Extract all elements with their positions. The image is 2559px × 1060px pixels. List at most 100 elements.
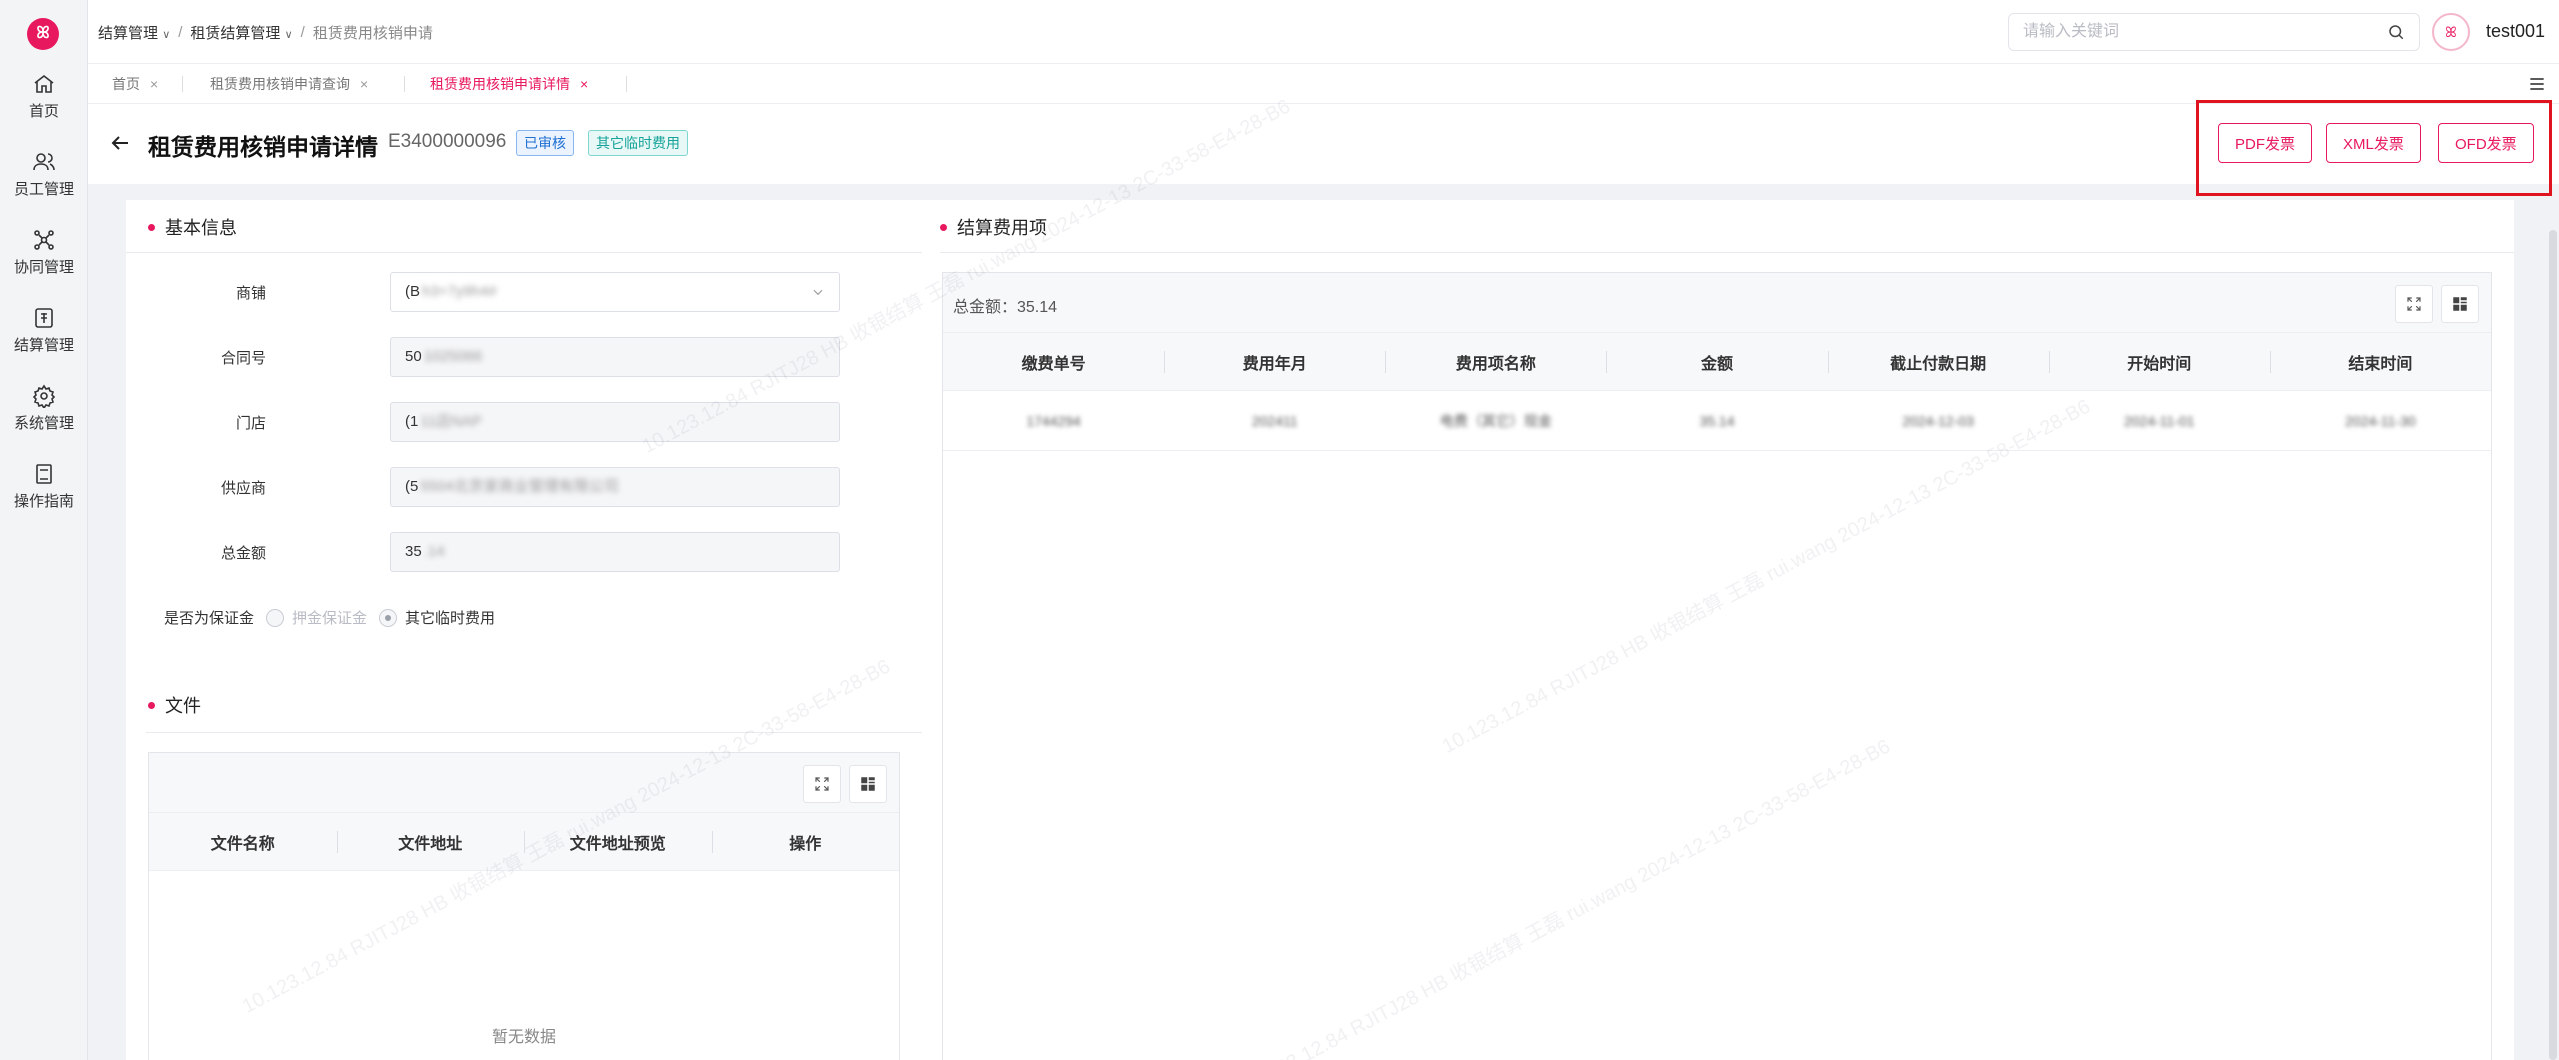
breadcrumb-label: 结算管理 — [98, 25, 159, 42]
radio-other-fee[interactable]: 其它临时费用 — [379, 607, 495, 628]
column-header[interactable]: 截止付款日期 — [1827, 333, 2049, 390]
tab-home[interactable]: 首页 × — [112, 74, 158, 94]
files-table: 文件名称 文件地址 文件地址预览 操作 暂无数据 — [148, 752, 900, 1060]
total-amount-label: 总金额 — [220, 545, 266, 562]
table-cell: 2024-11-30 — [2345, 412, 2416, 429]
sidebar-item-settlement[interactable]: 结算管理 — [0, 306, 88, 376]
column-header[interactable]: 文件地址 — [336, 813, 525, 870]
shop-select[interactable]: (B h3+7y9h4# — [390, 272, 840, 312]
breadcrumb-item[interactable]: 租赁结算管理 ∨ — [190, 22, 292, 43]
bullet-dot — [940, 223, 947, 231]
username[interactable]: test001 — [2486, 21, 2545, 42]
column-header[interactable]: 结束时间 — [2269, 333, 2491, 390]
sidebar-item-staff[interactable]: 员工管理 — [0, 150, 88, 220]
breadcrumb: 结算管理 ∨ / 租赁结算管理 ∨ / 租赁费用核销申请 — [98, 22, 433, 43]
column-header[interactable]: 缴费单号 — [943, 333, 1164, 390]
xml-invoice-button[interactable]: XML发票 — [2326, 123, 2421, 163]
pdf-invoice-button[interactable]: PDF发票 — [2218, 123, 2313, 163]
search-icon[interactable] — [2387, 23, 2405, 41]
column-header[interactable]: 开始时间 — [2048, 333, 2270, 390]
column-header[interactable]: 金额 — [1606, 333, 1827, 390]
column-header[interactable]: 文件地址预览 — [524, 813, 712, 870]
deposit-label: 是否为保证金 — [164, 610, 255, 627]
main-content: 基本信息 商铺 (B h3+7y9h4# 合同号 50 1025066 门店 (1 1… — [126, 200, 2514, 1060]
column-header[interactable]: 费用年月 — [1164, 333, 1385, 390]
status-badge: 已审核 — [516, 130, 574, 156]
field-value: 35 — [405, 543, 422, 560]
close-icon[interactable]: × — [150, 76, 158, 92]
table-toolbar — [149, 753, 899, 813]
table-cell: 202411 — [1251, 412, 1298, 429]
tab-detail[interactable]: 租赁费用核销申请详情 × — [430, 74, 588, 94]
gear-icon — [32, 384, 56, 408]
tab-label: 首页 — [112, 76, 140, 92]
store-field[interactable]: (1 11店NAP — [390, 402, 840, 442]
radio-label: 其它临时费用 — [405, 610, 496, 627]
chevron-down-icon — [813, 289, 823, 296]
column-settings-button[interactable] — [2441, 285, 2479, 323]
divider — [126, 252, 922, 253]
column-settings-button[interactable] — [849, 765, 887, 803]
deposit-radio-group: 是否为保证金 押金保证金 其它临时费用 — [164, 607, 495, 628]
field-value: 50 — [405, 348, 422, 365]
field-value: (B — [405, 283, 420, 300]
grid-icon — [861, 777, 875, 791]
sidebar-item-home[interactable]: 首页 — [0, 72, 88, 142]
sidebar-item-system[interactable]: 系统管理 — [0, 384, 88, 454]
sidebar-item-collab[interactable]: 协同管理 — [0, 228, 88, 298]
tab-query[interactable]: 租赁费用核销申请查询 × — [210, 74, 368, 94]
empty-state: 暂无数据 — [491, 1029, 556, 1046]
radio-circle — [266, 608, 285, 627]
scrollbar[interactable] — [2549, 230, 2557, 1060]
book-icon — [36, 464, 52, 484]
settlement-icon — [35, 308, 53, 328]
tab-label: 租赁费用核销申请查询 — [210, 76, 350, 92]
table-toolbar: 总金额：35.14 — [943, 273, 2491, 333]
close-icon[interactable]: × — [360, 76, 368, 92]
menu-icon[interactable] — [2527, 74, 2547, 94]
blurred-value: .14 — [423, 543, 445, 560]
sidebar-item-label: 操作指南 — [13, 493, 74, 510]
blurred-value: 5504北京家商业管理有限公司 — [420, 478, 619, 495]
sidebar-item-guide[interactable]: 操作指南 — [0, 462, 88, 532]
fullscreen-button[interactable] — [803, 765, 841, 803]
breadcrumb-separator: / — [300, 24, 305, 41]
bullet-dot — [148, 701, 155, 709]
divider — [146, 732, 922, 733]
avatar[interactable]: ꕤ — [2432, 13, 2470, 51]
breadcrumb-item[interactable]: 结算管理 ∨ — [98, 22, 170, 43]
column-header[interactable]: 文件名称 — [149, 813, 337, 870]
network-icon — [34, 230, 54, 250]
blurred-value: h3+7y9h4# — [422, 283, 497, 300]
table-cell: 2024-11-01 — [2123, 412, 2195, 429]
table-cell: 35.14 — [1699, 412, 1735, 429]
column-header[interactable]: 操作 — [711, 813, 900, 870]
logo-glyph: ꕤ — [36, 25, 50, 42]
blurred-value: 1025066 — [423, 348, 483, 365]
column-header[interactable]: 费用项名称 — [1385, 333, 1606, 390]
expand-icon — [2407, 297, 2421, 311]
table-cell: 2024-12-03 — [1902, 412, 1974, 429]
users-icon — [33, 153, 55, 171]
tab-divider — [404, 76, 405, 92]
app-logo[interactable]: ꕤ — [27, 18, 59, 50]
tab-divider — [182, 76, 183, 92]
back-arrow-icon[interactable] — [108, 131, 132, 155]
sidebar-item-label: 首页 — [28, 103, 59, 120]
search-box — [2008, 13, 2420, 51]
fullscreen-button[interactable] — [2395, 285, 2433, 323]
search-input[interactable] — [2009, 14, 2349, 50]
supplier-label: 供应商 — [220, 480, 266, 497]
table-cell: 电费（其它）现金 — [1439, 412, 1552, 429]
total-amount-field[interactable]: 35.14 — [390, 532, 840, 572]
supplier-field[interactable]: (5 5504北京家商业管理有限公司 — [390, 467, 840, 507]
blurred-value: 11店NAP — [420, 413, 482, 430]
table-row[interactable]: 1744294 202411 电费（其它）现金 35.14 2024-12-03… — [943, 391, 2491, 451]
tab-label: 租赁费用核销申请详情 — [430, 76, 570, 92]
radio-deposit[interactable]: 押金保证金 — [266, 607, 367, 628]
breadcrumb-current: 租赁费用核销申请 — [312, 25, 433, 42]
shop-label: 商铺 — [235, 285, 266, 302]
contract-field[interactable]: 50 1025066 — [390, 337, 840, 377]
ofd-invoice-button[interactable]: OFD发票 — [2438, 123, 2534, 163]
close-icon[interactable]: × — [580, 76, 588, 92]
